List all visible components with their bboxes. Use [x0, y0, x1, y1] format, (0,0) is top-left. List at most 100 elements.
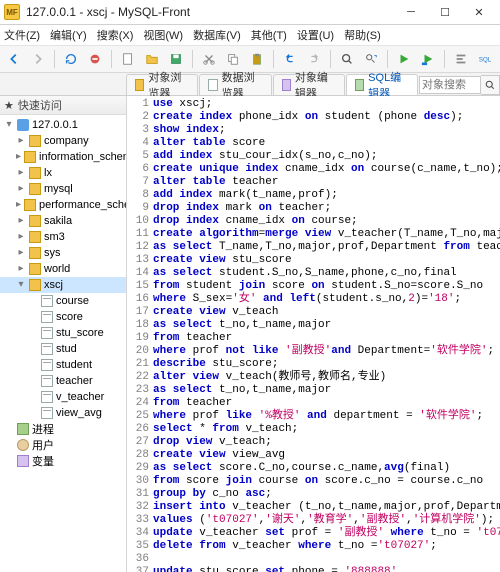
- tree-table-course[interactable]: course: [0, 293, 126, 309]
- menu-search[interactable]: 搜索(X): [97, 27, 134, 43]
- tab-sql-editor[interactable]: SQL编辑器: [346, 74, 418, 95]
- tree-table-student[interactable]: student: [0, 357, 126, 373]
- tree-db-sys[interactable]: ▸sys: [0, 245, 126, 261]
- open-file-icon[interactable]: [142, 49, 162, 69]
- tree-table-stud[interactable]: stud: [0, 341, 126, 357]
- format-icon[interactable]: [451, 49, 471, 69]
- code-line[interactable]: 26select * from v_teach;: [127, 423, 500, 436]
- close-button[interactable]: ✕: [462, 2, 496, 22]
- code-line[interactable]: 25where prof like '%教授' and department =…: [127, 410, 500, 423]
- code-line[interactable]: 1use xscj;: [127, 98, 500, 111]
- code-line[interactable]: 15from student join score on student.S_n…: [127, 280, 500, 293]
- code-line[interactable]: 27drop view v_teach;: [127, 436, 500, 449]
- code-line[interactable]: 4alter table score: [127, 137, 500, 150]
- tab-data-browser[interactable]: 数据浏览器: [199, 74, 271, 95]
- minimize-button[interactable]: ─: [394, 2, 428, 22]
- code-line[interactable]: 32insert into v_teacher (t_no,t_name,maj…: [127, 501, 500, 514]
- menu-edit[interactable]: 编辑(Y): [50, 27, 87, 43]
- code-line[interactable]: 35delete from v_teacher where t_no ='t07…: [127, 540, 500, 553]
- paste-icon[interactable]: [247, 49, 267, 69]
- code-line[interactable]: 12as select T_name,T_no,major,prof,Depar…: [127, 241, 500, 254]
- tree-table-stu_score[interactable]: stu_score: [0, 325, 126, 341]
- run-selection-icon[interactable]: [418, 49, 438, 69]
- tree-db-information_schema[interactable]: ▸information_schema: [0, 149, 126, 165]
- code-line[interactable]: 24from teacher: [127, 397, 500, 410]
- tree-twisty-icon[interactable]: ▸: [16, 215, 26, 227]
- code-line[interactable]: 11create algorithm=merge view v_teacher(…: [127, 228, 500, 241]
- code-line[interactable]: 30from score join course on score.c_no =…: [127, 475, 500, 488]
- code-line[interactable]: 9drop index mark on teacher;: [127, 202, 500, 215]
- redo-icon[interactable]: [304, 49, 324, 69]
- tree-host[interactable]: ▾127.0.0.1: [0, 117, 126, 133]
- tree-twisty-icon[interactable]: ▸: [16, 167, 26, 179]
- code-line[interactable]: 21describe stu_score;: [127, 358, 500, 371]
- tree-db-xscj[interactable]: ▾xscj: [0, 277, 126, 293]
- code-line[interactable]: 18as select t_no,t_name,major: [127, 319, 500, 332]
- code-line[interactable]: 13create view stu_score: [127, 254, 500, 267]
- maximize-button[interactable]: ☐: [428, 2, 462, 22]
- code-line[interactable]: 8add index mark(t_name,prof);: [127, 189, 500, 202]
- tree-twisty-icon[interactable]: ▸: [16, 263, 26, 275]
- new-file-icon[interactable]: [118, 49, 138, 69]
- code-line[interactable]: 33values ('t07027','谢天','教育学','副教授','计算机…: [127, 514, 500, 527]
- tree-twisty-icon[interactable]: ▸: [16, 135, 26, 147]
- code-line[interactable]: 3show index;: [127, 124, 500, 137]
- run-icon[interactable]: [394, 49, 414, 69]
- code-line[interactable]: 10drop index cname_idx on course;: [127, 215, 500, 228]
- tree-table-view_avg[interactable]: view_avg: [0, 405, 126, 421]
- tab-object-editor[interactable]: 对象编辑器: [273, 74, 345, 95]
- menu-settings[interactable]: 设置(U): [297, 27, 334, 43]
- forward-icon[interactable]: [28, 49, 48, 69]
- refresh-icon[interactable]: [61, 49, 81, 69]
- tree-twisty-icon[interactable]: ▸: [16, 199, 21, 211]
- tree-twisty-icon[interactable]: ▾: [4, 119, 14, 131]
- code-line[interactable]: 14as select student.S_no,S_name,phone,c_…: [127, 267, 500, 280]
- code-line[interactable]: 37update stu_score set phone = '888888': [127, 566, 500, 572]
- code-line[interactable]: 34update v_teacher set prof = '副教授' wher…: [127, 527, 500, 540]
- tree-table-v_teacher[interactable]: v_teacher: [0, 389, 126, 405]
- code-line[interactable]: 2create index phone_idx on student (phon…: [127, 111, 500, 124]
- cut-icon[interactable]: [199, 49, 219, 69]
- copy-icon[interactable]: [223, 49, 243, 69]
- tree-db-lx[interactable]: ▸lx: [0, 165, 126, 181]
- replace-icon[interactable]: [361, 49, 381, 69]
- tree-twisty-icon[interactable]: ▸: [16, 231, 26, 243]
- stop-icon[interactable]: [85, 49, 105, 69]
- code-line[interactable]: 22alter view v_teach(教师号,教师名,专业): [127, 371, 500, 384]
- undo-icon[interactable]: [280, 49, 300, 69]
- code-line[interactable]: 23as select t_no,t_name,major: [127, 384, 500, 397]
- tree-users[interactable]: 用户: [0, 437, 126, 453]
- code-line[interactable]: 19from teacher: [127, 332, 500, 345]
- tab-object-browser[interactable]: 对象浏览器: [126, 74, 198, 95]
- code-line[interactable]: 29as select score.C_no,course.c_name,avg…: [127, 462, 500, 475]
- tree-db-company[interactable]: ▸company: [0, 133, 126, 149]
- menu-file[interactable]: 文件(Z): [4, 27, 40, 43]
- tree-db-mysql[interactable]: ▸mysql: [0, 181, 126, 197]
- tree-db-sakila[interactable]: ▸sakila: [0, 213, 126, 229]
- code-line[interactable]: 5add index stu_cour_idx(s_no,c_no);: [127, 150, 500, 163]
- tree-db-world[interactable]: ▸world: [0, 261, 126, 277]
- tree-twisty-icon[interactable]: ▾: [16, 279, 26, 291]
- menu-help[interactable]: 帮助(S): [344, 27, 381, 43]
- tree-twisty-icon[interactable]: ▸: [16, 247, 26, 259]
- tree-twisty-icon[interactable]: ▸: [16, 151, 21, 163]
- back-icon[interactable]: [4, 49, 24, 69]
- code-line[interactable]: 20where prof not like '副教授'and Departmen…: [127, 345, 500, 358]
- tree-processes[interactable]: 进程: [0, 421, 126, 437]
- tree-db-sm3[interactable]: ▸sm3: [0, 229, 126, 245]
- object-search-input[interactable]: [419, 76, 481, 94]
- code-line[interactable]: 17create view v_teach: [127, 306, 500, 319]
- search-icon[interactable]: [481, 75, 500, 95]
- menu-other[interactable]: 其他(T): [251, 27, 287, 43]
- sql-editor[interactable]: 1use xscj;2create index phone_idx on stu…: [127, 96, 500, 572]
- tree-twisty-icon[interactable]: ▸: [16, 183, 26, 195]
- save-icon[interactable]: [166, 49, 186, 69]
- menu-view[interactable]: 视图(W): [143, 27, 183, 43]
- code-line[interactable]: 6create unique index cname_idx on course…: [127, 163, 500, 176]
- tree-table-score[interactable]: score: [0, 309, 126, 325]
- sql-icon[interactable]: SQL: [475, 49, 495, 69]
- menu-database[interactable]: 数据库(V): [193, 27, 241, 43]
- find-icon[interactable]: [337, 49, 357, 69]
- code-line[interactable]: 16where S_sex='女' and left(student.s_no,…: [127, 293, 500, 306]
- code-line[interactable]: 36: [127, 553, 500, 566]
